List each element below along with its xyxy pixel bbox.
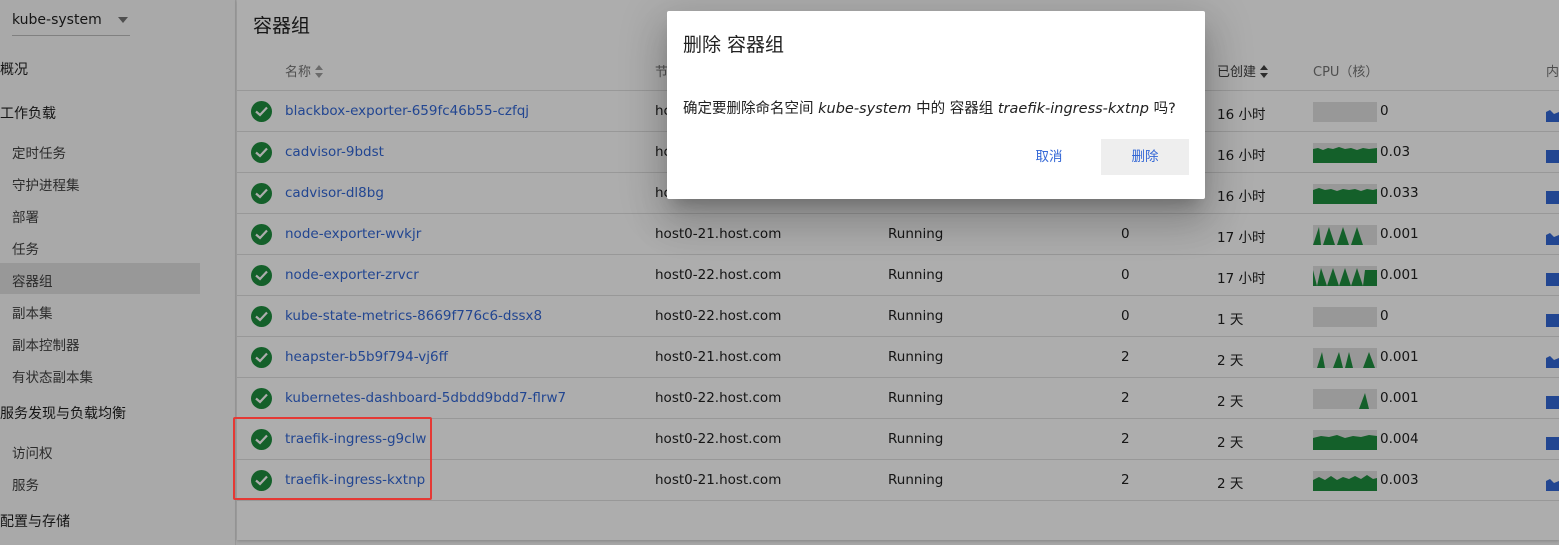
dialog-message-mid: 中的 容器组 [911, 101, 998, 117]
dialog-message-pod: traefik-ingress-kxtnp [997, 101, 1149, 117]
dialog-message-suffix: 吗? [1148, 101, 1176, 117]
delete-button[interactable]: 删除 [1101, 139, 1189, 175]
highlight-box [233, 417, 432, 500]
dialog-message: 确定要删除命名空间 kube-system 中的 容器组 traefik-ing… [683, 97, 1176, 118]
delete-dialog: 删除 容器组 确定要删除命名空间 kube-system 中的 容器组 trae… [667, 11, 1205, 199]
cancel-button[interactable]: 取消 [1017, 139, 1081, 175]
dialog-message-prefix: 确定要删除命名空间 [683, 101, 819, 117]
dialog-message-namespace: kube-system [818, 101, 912, 117]
dialog-title: 删除 容器组 [683, 34, 785, 56]
